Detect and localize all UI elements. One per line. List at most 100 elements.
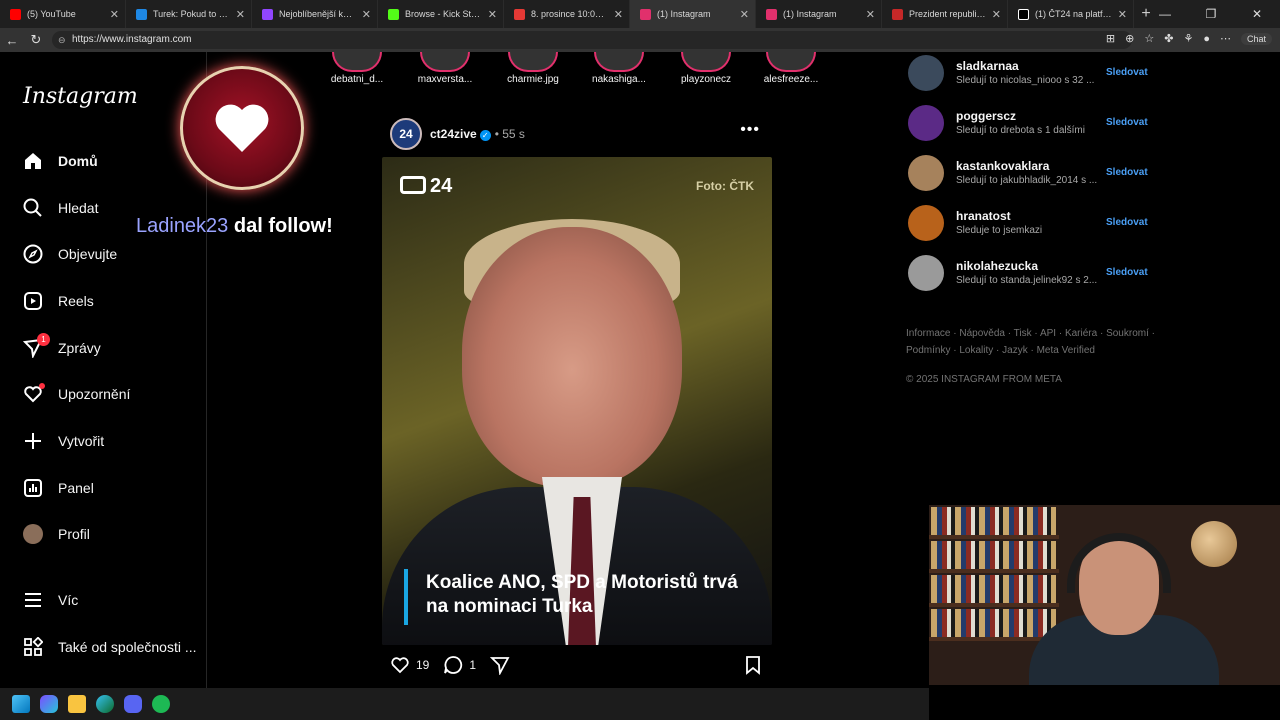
copilot-icon[interactable] (40, 695, 58, 713)
home-icon (22, 150, 44, 172)
suggestion-item: sladkarnaa Sledují to nicolas_niooo s 32… (908, 53, 1158, 93)
close-window-icon[interactable]: ✕ (1234, 0, 1280, 28)
close-icon[interactable]: ✕ (740, 8, 749, 21)
nav-item-more[interactable]: Víc (22, 589, 78, 611)
tab-title: (1) Instagram (783, 9, 837, 19)
follow-button[interactable]: Sledovat (1106, 167, 1148, 178)
browser-tab[interactable]: 8. prosince 10:00 - Studio ✕ (504, 0, 630, 28)
close-icon[interactable]: ✕ (1118, 8, 1127, 21)
avatar[interactable] (908, 55, 944, 91)
back-icon[interactable]: ← (0, 33, 24, 48)
spotify-icon[interactable] (152, 695, 170, 713)
maximize-icon[interactable]: ❐ (1188, 0, 1234, 28)
close-icon[interactable]: ✕ (110, 8, 119, 21)
apps-icon (22, 636, 44, 658)
post-username[interactable]: ct24zive (430, 127, 477, 141)
tab-title: (1) ČT24 na platformě X (1035, 9, 1112, 19)
copyright-text: © 2025 INSTAGRAM FROM META (906, 374, 1062, 385)
post-author-avatar[interactable]: 24 (390, 118, 422, 150)
url-field[interactable]: ⊖ https://www.instagram.com (52, 31, 1132, 49)
follow-button[interactable]: Sledovat (1106, 117, 1148, 128)
instagram-logo[interactable]: Instagram (23, 84, 138, 109)
app-icon[interactable]: ⊞ (1106, 32, 1115, 45)
post-author: ct24zive ✓ • 55 s (430, 127, 525, 141)
story-username: nakashiga... (592, 74, 646, 85)
nav-label: Panel (58, 480, 94, 496)
story-item[interactable]: nakashiga... (584, 52, 654, 85)
suggestion-username[interactable]: kastankovaklara (956, 159, 1049, 173)
favorite-star-icon[interactable]: ☆ (1144, 32, 1154, 45)
more-icon[interactable]: ⋯ (1220, 32, 1231, 45)
follow-button[interactable]: Sledovat (1106, 217, 1148, 228)
comment-icon (444, 656, 463, 674)
nav-label: Profil (58, 526, 90, 542)
zoom-icon[interactable]: ⊕ (1125, 32, 1134, 45)
browser-tab[interactable]: Browse - Kick Streaming ✕ (378, 0, 504, 28)
discord-icon[interactable] (124, 695, 142, 713)
profile-icon[interactable]: ● (1203, 33, 1210, 45)
browser-tab[interactable]: Turek: Pokud to zdraví d ✕ (126, 0, 252, 28)
windows-start-icon[interactable] (12, 695, 30, 713)
story-item[interactable]: playzonecz (671, 52, 741, 85)
nav-item-reels[interactable]: Reels (22, 290, 94, 312)
heart-icon (215, 104, 269, 152)
suggestion-username[interactable]: sladkarnaa (956, 59, 1019, 73)
more-options-icon[interactable]: ••• (740, 121, 760, 139)
comment-button[interactable]: 1 (443, 655, 476, 675)
nav-item-search[interactable]: Hledat (22, 197, 98, 219)
close-icon[interactable]: ✕ (362, 8, 371, 21)
bookshelf-books (931, 609, 1056, 637)
browser-tab[interactable]: Prezident republiky dnes ✕ (882, 0, 1008, 28)
copilot-chat-button[interactable]: Chat (1240, 32, 1272, 45)
story-item[interactable]: charmie.jpg (498, 52, 568, 85)
story-item[interactable]: maxversta... (410, 52, 480, 85)
story-item[interactable]: debatni_d... (322, 52, 392, 85)
nav-item-also-from-meta[interactable]: Také od společnosti ... (22, 636, 197, 658)
browser-tab-active[interactable]: (1) Instagram ✕ (630, 0, 756, 28)
post-time: • 55 s (494, 127, 525, 141)
nav-item-home[interactable]: Domů (22, 150, 98, 172)
browser-tab[interactable]: (1) ČT24 na platformě X ✕ (1008, 0, 1134, 28)
avatar[interactable] (908, 205, 944, 241)
edge-icon[interactable] (96, 695, 114, 713)
minimize-icon[interactable]: — (1142, 0, 1188, 28)
follow-button[interactable]: Sledovat (1106, 267, 1148, 278)
nav-item-dashboard[interactable]: Panel (22, 477, 94, 499)
close-icon[interactable]: ✕ (614, 8, 623, 21)
site-info-icon[interactable]: ⊖ (58, 31, 66, 49)
close-icon[interactable]: ✕ (992, 8, 1001, 21)
suggestion-username[interactable]: poggerscz (956, 109, 1016, 123)
browser-tab[interactable]: (1) Instagram ✕ (756, 0, 882, 28)
follow-alert-graphic (180, 66, 304, 190)
close-icon[interactable]: ✕ (866, 8, 875, 21)
collections-icon[interactable]: ⚘ (1183, 32, 1193, 45)
avatar[interactable] (908, 255, 944, 291)
post-image[interactable]: 24 Foto: ČTK Koalice ANO, SPD a Motorist… (382, 157, 772, 645)
avatar[interactable] (908, 155, 944, 191)
tab-title: Turek: Pokud to zdraví d (153, 9, 230, 19)
footer-links[interactable]: Informace · Nápověda · Tisk · API · Kari… (906, 325, 1156, 359)
nav-item-messages[interactable]: 1 Zprávy (22, 333, 101, 359)
nav-item-notifications[interactable]: Upozornění (22, 383, 130, 405)
extensions-icon[interactable]: ✤ (1164, 32, 1173, 45)
avatar[interactable] (908, 105, 944, 141)
suggestion-username[interactable]: nikolahezucka (956, 259, 1038, 273)
browser-tab[interactable]: Nejoblíbenější kanály - T ✕ (252, 0, 378, 28)
nav-item-explore[interactable]: Objevujte (22, 243, 117, 265)
browser-tab[interactable]: (5) YouTube ✕ (0, 0, 126, 28)
suggestion-username[interactable]: hranatost (956, 209, 1011, 223)
save-button[interactable] (744, 655, 762, 678)
story-item[interactable]: alesfreeze... (756, 52, 826, 85)
follow-button[interactable]: Sledovat (1106, 67, 1148, 78)
suggestion-subtext: Sledují to standa.jelinek92 s 2... (956, 275, 1098, 286)
close-icon[interactable]: ✕ (236, 8, 245, 21)
reload-icon[interactable]: ↻ (24, 32, 48, 48)
nav-item-profile[interactable]: Profil (22, 523, 90, 545)
tab-title: Prezident republiky dnes (909, 9, 986, 19)
nav-item-create[interactable]: Vytvořit (22, 430, 104, 452)
close-icon[interactable]: ✕ (488, 8, 497, 21)
share-button[interactable] (490, 655, 510, 675)
like-button[interactable]: 19 (390, 655, 429, 675)
file-explorer-icon[interactable] (68, 695, 86, 713)
instagram-icon (766, 8, 777, 20)
